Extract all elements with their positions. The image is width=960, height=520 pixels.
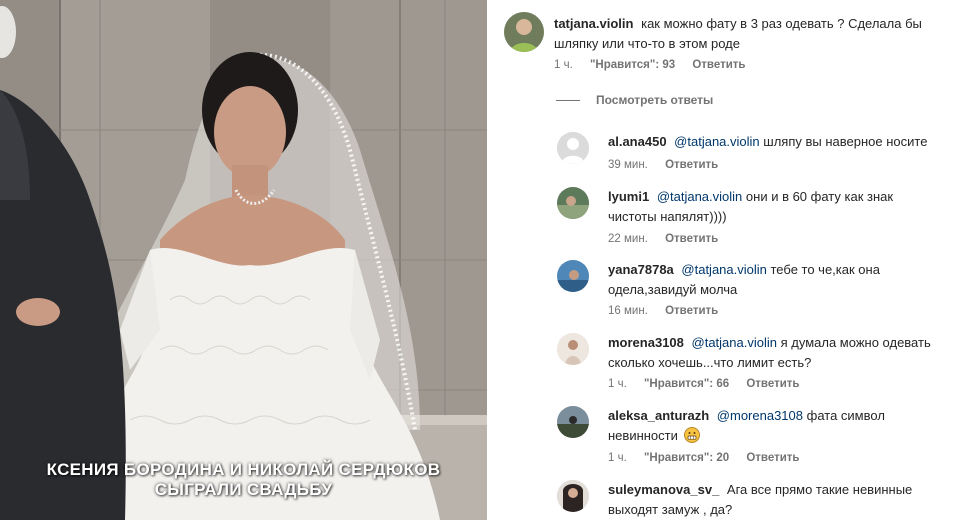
reply-time[interactable]: 1 ч.: [608, 452, 627, 464]
comment-reply-button[interactable]: Ответить: [692, 59, 745, 71]
reply-time[interactable]: 16 мин.: [608, 305, 648, 317]
reply-username[interactable]: al.ana450: [608, 134, 667, 149]
reply-likes[interactable]: "Нравится": 66: [644, 378, 729, 390]
video-caption-line-2: СЫГРАЛИ СВАДЬБУ: [154, 480, 333, 499]
avatar-photo-icon: [557, 406, 589, 438]
reply-time[interactable]: 22 мин.: [608, 233, 648, 245]
reply-meta: 22 мин. Ответить: [608, 233, 732, 245]
view-replies-label: Посмотреть ответы: [596, 93, 714, 107]
comment-username[interactable]: tatjana.violin: [554, 16, 633, 31]
avatar-photo-icon: [557, 260, 589, 292]
reply-reply-button[interactable]: Ответить: [665, 305, 718, 317]
reply-item: al.ana450 @tatjana.violin шляпу вы навер…: [608, 132, 948, 152]
reply-mention[interactable]: @tatjana.violin: [692, 335, 777, 350]
view-replies-button[interactable]: Посмотреть ответы: [556, 93, 713, 107]
reply-username[interactable]: lyumi1: [608, 189, 649, 204]
reply-avatar[interactable]: [557, 480, 589, 512]
reply-item: lyumi1 @tatjana.violin они и в 60 фату к…: [608, 187, 918, 227]
reply-time[interactable]: 39 мин.: [608, 159, 648, 171]
reply-item: suleymanova_sv_ Ага все прямо такие неви…: [608, 480, 928, 520]
reply-likes[interactable]: "Нравится": 20: [644, 452, 729, 464]
reply-text: они и в 60 фату как знак чистоты напялят…: [608, 189, 894, 224]
video-caption-line-1: КСЕНИЯ БОРОДИНА И НИКОЛАЙ СЕРДЮКОВ: [46, 460, 441, 479]
reply-reply-button[interactable]: Ответить: [665, 233, 718, 245]
avatar-photo-icon: [557, 187, 589, 219]
reply-username[interactable]: aleksa_anturazh: [608, 408, 709, 423]
reply-avatar[interactable]: [557, 406, 589, 438]
video-frame[interactable]: КСЕНИЯ БОРОДИНА И НИКОЛАЙ СЕРДЮКОВ СЫГРА…: [0, 0, 487, 520]
reply-item: aleksa_anturazh @morena3108 фата символ …: [608, 406, 908, 446]
reply-text: шляпу вы наверное носите: [763, 134, 928, 149]
reply-avatar[interactable]: [557, 187, 589, 219]
reply-meta: 39 мин. Ответить: [608, 159, 732, 171]
reply-time[interactable]: 1 ч.: [608, 378, 627, 390]
avatar-photo-icon: [504, 12, 544, 52]
reply-mention[interactable]: @tatjana.violin: [681, 262, 766, 277]
reply-item: yana7878a @tatjana.violin тебе то че,как…: [608, 260, 908, 300]
avatar-photo-icon: [557, 480, 589, 512]
comment-likes[interactable]: "Нравится": 93: [590, 59, 675, 71]
grimacing-face-emoji-icon: [683, 427, 700, 443]
reply-reply-button[interactable]: Ответить: [746, 378, 799, 390]
wedding-photo: [0, 0, 487, 520]
comment-meta: 1 ч. "Нравится": 93 Ответить: [554, 59, 760, 71]
reply-username[interactable]: morena3108: [608, 335, 684, 350]
reply-reply-button[interactable]: Ответить: [665, 159, 718, 171]
reply-mention[interactable]: @morena3108: [717, 408, 803, 423]
reply-avatar[interactable]: [557, 260, 589, 292]
reply-mention[interactable]: @tatjana.violin: [674, 134, 759, 149]
reply-avatar[interactable]: [557, 132, 589, 164]
reply-meta: 1 ч. "Нравится": 66 Ответить: [608, 378, 814, 390]
main-comment: tatjana.violin как можно фату в 3 раз од…: [554, 14, 944, 54]
reply-item: morena3108 @tatjana.violin я думала можн…: [608, 333, 953, 373]
comments-panel: tatjana.violin как можно фату в 3 раз од…: [488, 0, 960, 520]
comment-time[interactable]: 1 ч.: [554, 59, 573, 71]
reply-mention[interactable]: @tatjana.violin: [657, 189, 742, 204]
user-avatar[interactable]: [504, 12, 544, 52]
reply-username[interactable]: suleymanova_sv_: [608, 482, 719, 497]
reply-meta: 1 ч. "Нравится": 20 Ответить: [608, 452, 814, 464]
divider: [556, 100, 580, 102]
reply-avatar[interactable]: [557, 333, 589, 365]
default-avatar-icon: [557, 132, 589, 164]
reply-meta: 16 мин. Ответить: [608, 305, 732, 317]
reply-reply-button[interactable]: Ответить: [746, 452, 799, 464]
reply-username[interactable]: yana7878a: [608, 262, 674, 277]
avatar-photo-icon: [557, 333, 589, 365]
